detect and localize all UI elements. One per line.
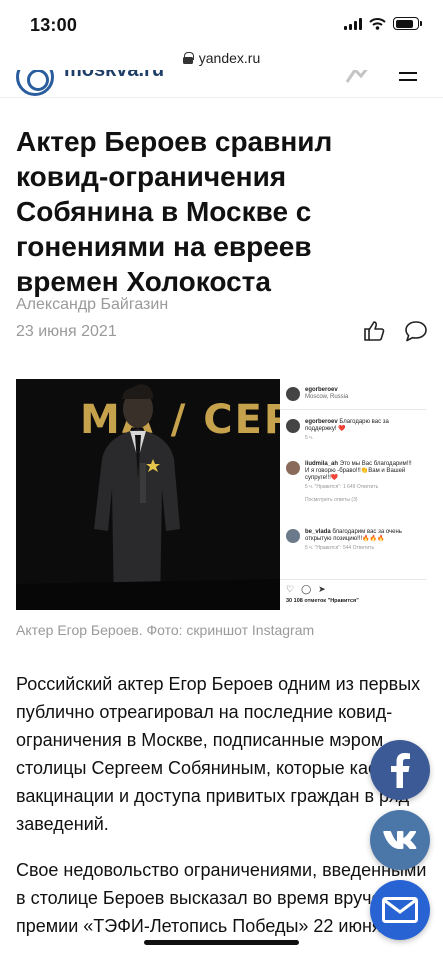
ig-post: egorberoev Благодарю вас за поддержку! ❤… [286, 419, 415, 442]
actor-silhouette [16, 384, 280, 610]
ig-divider [280, 409, 426, 410]
menu-icon[interactable] [399, 72, 417, 86]
comment-icon[interactable] [404, 320, 428, 342]
ig-comment-meta: 5 ч. "Нравится": 544 Ответить [305, 545, 375, 551]
ig-heart-icon: ♡ [286, 584, 295, 594]
like-icon[interactable] [363, 320, 385, 342]
ig-send-icon: ➤ [318, 584, 326, 594]
ig-account: egorberoev [305, 387, 338, 393]
ig-header: egorberoev Moscow, Russia [286, 387, 415, 401]
ig-avatar [286, 461, 300, 475]
share-arrow-icon[interactable] [345, 70, 371, 84]
facebook-icon [391, 753, 410, 788]
battery-icon [393, 17, 422, 30]
vk-icon [383, 831, 417, 849]
site-header: moskva.ru [0, 70, 443, 98]
ig-post-account: egorberoev [305, 419, 338, 425]
ig-comment-user: be_vlada [305, 529, 331, 535]
ig-comment-icon: ◯ [301, 584, 312, 594]
article-photo[interactable]: МА / СЕРИА egorberoev Moscow, Russia ego… [16, 379, 426, 610]
status-time: 13:00 [30, 15, 78, 35]
article-paragraph: Российский актер Егор Бероев одним из пе… [16, 674, 427, 834]
lock-icon [182, 52, 194, 64]
mail-share-button[interactable] [370, 880, 430, 940]
article-paragraph: Свое недовольство ограничениями, введенн… [16, 860, 427, 936]
stage-photo: МА / СЕРИА [16, 379, 280, 610]
url-bar[interactable]: yandex.ru [0, 46, 443, 70]
article-author[interactable]: Александр Байгазин [16, 296, 168, 314]
mail-icon [382, 897, 418, 923]
article-date: 23 июня 2021 [16, 323, 117, 340]
site-logo-icon[interactable] [16, 70, 54, 96]
ig-likes: 30 108 отметок "Нравится" [286, 598, 359, 604]
vk-share-button[interactable] [370, 810, 430, 870]
wifi-icon [369, 17, 386, 30]
url-text: yandex.ru [198, 50, 261, 66]
instagram-screenshot: egorberoev Moscow, Russia egorberoev Бла… [280, 379, 426, 610]
ig-avatar [286, 419, 300, 433]
site-logo-text[interactable]: moskva.ru [64, 70, 164, 82]
ig-avatar [286, 387, 300, 401]
ig-comment: liudmila_ah Это мы Вас благодарим!!! И я… [286, 461, 415, 504]
article-title: Актер Бероев сравнил ковид-ограничения С… [16, 126, 333, 297]
ig-comment-meta: 5 ч. "Нравится": 1 649 Ответить [305, 484, 379, 490]
ig-avatar [286, 529, 300, 543]
facebook-share-button[interactable] [370, 740, 430, 800]
ig-comment-user: liudmila_ah [305, 461, 339, 467]
ig-action-icons: ♡ ◯ ➤ [286, 584, 326, 595]
home-indicator[interactable] [144, 940, 299, 945]
ig-location: Moscow, Russia [305, 394, 349, 400]
ig-post-meta: 5 ч. [305, 435, 314, 441]
cellular-signal-icon [344, 17, 362, 30]
status-icons [344, 17, 422, 30]
battery-level [395, 19, 414, 28]
photo-caption: Актер Егор Бероев. Фото: скриншот Instag… [16, 622, 315, 638]
status-bar: 13:00 [0, 0, 443, 46]
ig-comment: be_vlada благодарим вас за очень открыту… [286, 529, 415, 552]
ig-replies-link: Посмотреть ответы (3) [305, 497, 358, 503]
ig-divider [280, 579, 426, 580]
